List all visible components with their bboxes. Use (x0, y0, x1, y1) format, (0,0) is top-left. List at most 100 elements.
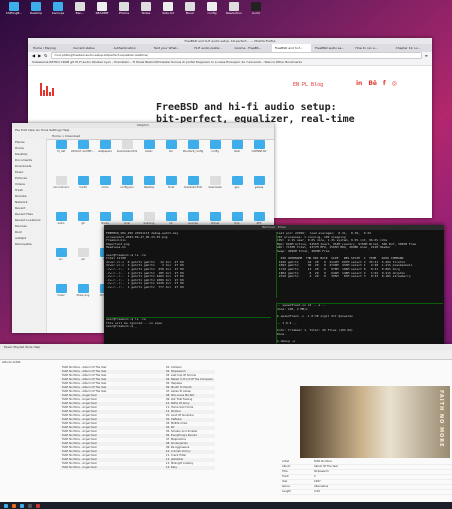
folder-icon (231, 212, 243, 221)
browser-tab[interactable]: FreeBSD and hi-f... (271, 44, 312, 52)
property-value: Album Of The Year (314, 465, 339, 468)
folder-icon (55, 248, 67, 257)
folder-icon (99, 176, 111, 185)
browser-tab[interactable]: Text your What... (151, 44, 190, 52)
dolphin-task-icon[interactable] (20, 503, 24, 508)
desktop-icon[interactable]: Ban... (70, 2, 90, 20)
browser-tab[interactable]: Authentication (111, 44, 150, 52)
desktop-icon[interactable]: Photos (114, 2, 134, 20)
folder-icon (187, 140, 199, 149)
album-art-text: FAITH NO MORE (438, 390, 444, 448)
social-links: in Bē f ◎ (356, 80, 397, 87)
social-icon[interactable]: ◎ (392, 80, 397, 87)
desktop-icon[interactable]: README (92, 2, 112, 20)
file-item[interactable]: LICENSE.txt (246, 140, 272, 153)
folder-icon (165, 140, 177, 149)
url-input[interactable]: muz.pl/blog/freebsd-audio-setup-bitperfe… (50, 52, 422, 59)
property-value: Faith No More (314, 460, 332, 463)
firefox-url-bar: ◀ ▶ ↻ muz.pl/blog/freebsd-audio-setup-bi… (28, 52, 432, 59)
folder-icon (55, 176, 67, 185)
terminal-pane-left-top[interactable]: FREEBSD_SHA_256 20191113 debug-audit-key… (106, 232, 271, 310)
browser-tab[interactable]: FreeBSD audio se... (312, 44, 351, 52)
browser-tab[interactable]: How to run a... (352, 44, 391, 52)
file-icon (207, 2, 217, 11)
reload-icon[interactable]: ↻ (44, 53, 47, 58)
dolphin-breadcrumb[interactable]: Home > Download (12, 133, 274, 140)
track-album: Faith No More - Angel Dust (62, 466, 97, 469)
folder-icon (231, 140, 243, 149)
folder-icon (55, 284, 67, 293)
music-toolbar (0, 350, 452, 360)
browser-tab[interactable]: Home / Playing (30, 44, 69, 52)
folder-icon (121, 176, 133, 185)
desktop-icon[interactable]: data.txt (158, 2, 178, 20)
property-value: Alternative (314, 485, 329, 488)
browser-tab[interactable]: Current status (70, 44, 109, 52)
desktop-icon-label: ShiftingB... (5, 12, 23, 15)
social-icon[interactable]: f (383, 80, 386, 87)
file-icon (53, 2, 63, 11)
folder-icon (209, 212, 221, 221)
terminal-title: Terminal - Tmux (104, 225, 444, 230)
folder-icon (187, 176, 199, 185)
desktop-icon-label: Desktop (29, 12, 43, 15)
folder-icon (77, 284, 89, 293)
file-icon (31, 2, 41, 11)
folder-icon (77, 140, 89, 149)
social-icon[interactable]: in (356, 80, 362, 87)
file-icon (229, 2, 239, 11)
file-icon (9, 2, 19, 11)
back-icon[interactable]: ◀ (32, 53, 35, 58)
folder-icon (77, 176, 89, 185)
desktop-icon[interactable]: Desktop (26, 2, 46, 20)
site-nav[interactable]: EN PL Blog (293, 82, 323, 88)
file-icon (97, 2, 107, 11)
desktop-icon[interactable]: ShiftingB... (4, 2, 24, 20)
social-icon[interactable]: Bē (368, 80, 377, 87)
folder-icon (143, 140, 155, 149)
forward-icon[interactable]: ▶ (38, 53, 41, 58)
desktop-icon[interactable]: Resolution (224, 2, 244, 20)
browser-tab[interactable]: Hi-fi audio prefer... (191, 44, 230, 52)
browser-tab[interactable]: Gnome - FreeBS... (231, 44, 270, 52)
desktop-icon[interactable]: config (202, 2, 222, 20)
folder-icon (165, 176, 177, 185)
desktop-icon-label: build (252, 12, 260, 15)
desktop-icon[interactable]: Notes (136, 2, 156, 20)
file-icon (185, 2, 195, 11)
property-value: 2 (314, 475, 316, 478)
file-item[interactable]: ZFS (246, 212, 272, 225)
desktop-icon-label: Photos (118, 12, 130, 15)
property-key: Album (282, 465, 291, 468)
terminal-task-icon[interactable] (28, 503, 32, 508)
desktop-icon[interactable]: backups (48, 2, 68, 20)
app-launcher-icon[interactable] (4, 503, 8, 508)
folder-icon (121, 212, 133, 221)
desktop-icon-label: Resolution (226, 12, 242, 15)
file-item[interactable]: games (246, 176, 272, 189)
music-task-icon[interactable] (36, 503, 40, 508)
desktop-icon[interactable]: Music (180, 2, 200, 20)
sidebar-item[interactable]: Removable (12, 241, 46, 247)
file-icon (119, 2, 129, 11)
file-icon (141, 2, 151, 11)
property-value: 4:29 (314, 490, 320, 493)
menu-icon[interactable]: ≡ (425, 53, 428, 58)
firefox-task-icon[interactable] (12, 503, 16, 508)
desktop-icon-label: Ban... (75, 12, 85, 15)
folder-icon (187, 212, 199, 221)
bookmarks-bar[interactable]: Ustawienia RETRO CROB git Hi-Fi audio Ob… (28, 59, 432, 66)
folder-icon (99, 212, 111, 221)
site-logo[interactable] (40, 82, 56, 96)
desktop-icon[interactable]: build (246, 2, 266, 20)
desktop-icon-label: config (207, 12, 217, 15)
playlist-row[interactable]: Faith No More - Angel Dust 14. Easy (60, 466, 215, 470)
folder-icon (143, 212, 155, 221)
music-left-header[interactable]: Album Artist (2, 360, 21, 364)
folder-icon (121, 140, 133, 149)
folder-icon (99, 140, 111, 149)
browser-tab[interactable]: Chapter 12. Lo... (393, 44, 432, 52)
file-icon (163, 2, 173, 11)
desktop-icon-label: Music (185, 12, 195, 15)
terminal-pane-right-top[interactable]: last pid: 22366; load averages: 0.31, 0.… (276, 232, 443, 298)
